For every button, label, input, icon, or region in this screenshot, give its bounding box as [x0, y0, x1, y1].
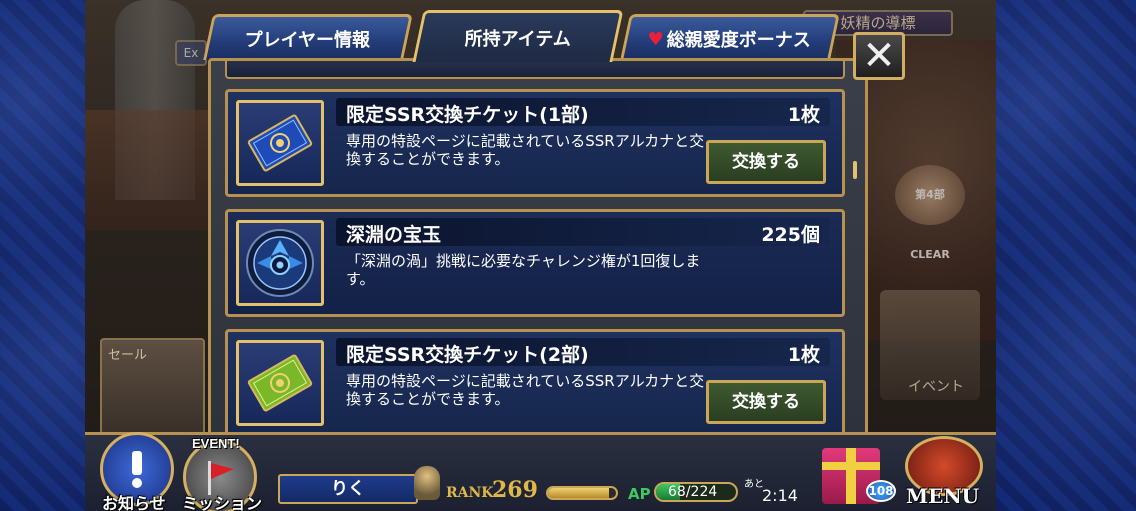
- close-button[interactable]: ✕: [853, 32, 905, 80]
- item-description: 専用の特設ページに記載されているSSRアルカナと交換することができます。: [346, 132, 705, 168]
- player-name[interactable]: りく: [278, 474, 418, 504]
- list-item: 深淵の宝玉 225個 「深淵の渦」挑戦に必要なチャレンジ権が1回復します。: [225, 209, 845, 317]
- background-left-pattern: [0, 0, 85, 511]
- close-icon: ✕: [862, 33, 896, 79]
- item-name: 深淵の宝玉: [346, 224, 442, 246]
- abyss-orb-icon: [236, 220, 324, 306]
- ticket-green-icon: [236, 340, 324, 426]
- item-count: 1枚: [787, 104, 820, 126]
- event-banner-label: イベント: [908, 379, 964, 395]
- tab-affection-bonus[interactable]: ♥ 総親愛度ボーナス: [620, 14, 840, 60]
- ap-value: 68/224: [668, 484, 718, 500]
- previous-item-edge: [225, 61, 845, 79]
- item-description: 「深淵の渦」挑戦に必要なチャレンジ権が1回復します。: [346, 252, 701, 288]
- rank-value: 269: [492, 477, 538, 503]
- ap-time-prefix: あと: [744, 479, 764, 490]
- news-label: お知らせ: [102, 494, 166, 511]
- background-right-pattern: [996, 0, 1136, 511]
- rank-label: RANK: [446, 485, 494, 501]
- menu-label: MENU: [906, 484, 980, 508]
- rank-progress-fill: [548, 488, 610, 498]
- rank-progress-bar: [546, 486, 618, 500]
- event-badge: EVENT!: [192, 436, 240, 451]
- item-list-panel[interactable]: 限定SSR交換チケット(1部) 1枚 専用の特設ページに記載されているSSRアル…: [208, 58, 868, 440]
- ap-recovery-time: 2:14: [762, 486, 798, 505]
- sale-label: セール: [108, 347, 148, 362]
- sale-banner: セール: [100, 338, 205, 438]
- heart-icon: ♥: [648, 28, 665, 49]
- tab-owned-items[interactable]: 所持アイテム: [412, 10, 624, 62]
- exchange-button[interactable]: 交換する: [706, 380, 826, 424]
- gift-count-badge: 108: [866, 480, 896, 502]
- list-item: 限定SSR交換チケット(2部) 1枚 専用の特設ページに記載されているSSRアル…: [225, 329, 845, 437]
- item-name: 限定SSR交換チケット(2部): [346, 344, 589, 366]
- ticket-blue-icon: [236, 100, 324, 186]
- item-name: 限定SSR交換チケット(1部): [346, 104, 589, 126]
- tab-player-info-label: プレイヤー情報: [244, 29, 371, 51]
- item-title-bar: 深淵の宝玉 225個: [336, 218, 830, 246]
- exchange-button[interactable]: 交換する: [706, 140, 826, 184]
- background-ex-tab: Ex: [175, 40, 207, 66]
- tab-affection-bonus-label: 総親愛度ボーナス: [667, 29, 812, 51]
- tab-player-info[interactable]: プレイヤー情報: [203, 14, 413, 60]
- list-item: 限定SSR交換チケット(1部) 1枚 専用の特設ページに記載されているSSRアル…: [225, 89, 845, 197]
- clear-badge: 第4部 CLEAR: [895, 165, 965, 261]
- mission-label: ミッション: [182, 494, 263, 511]
- item-description: 専用の特設ページに記載されているSSRアルカナと交換することができます。: [346, 372, 705, 408]
- item-title-bar: 限定SSR交換チケット(1部) 1枚: [336, 98, 830, 126]
- item-title-bar: 限定SSR交換チケット(2部) 1枚: [336, 338, 830, 366]
- item-count: 1枚: [787, 344, 820, 366]
- event-banner: イベント: [880, 290, 980, 400]
- ap-label: AP: [628, 485, 651, 503]
- player-avatar: [414, 466, 440, 500]
- tab-owned-items-label: 所持アイテム: [464, 28, 571, 50]
- exclamation-icon: [132, 451, 142, 488]
- item-count: 225個: [761, 224, 820, 246]
- scrollbar[interactable]: [853, 161, 857, 179]
